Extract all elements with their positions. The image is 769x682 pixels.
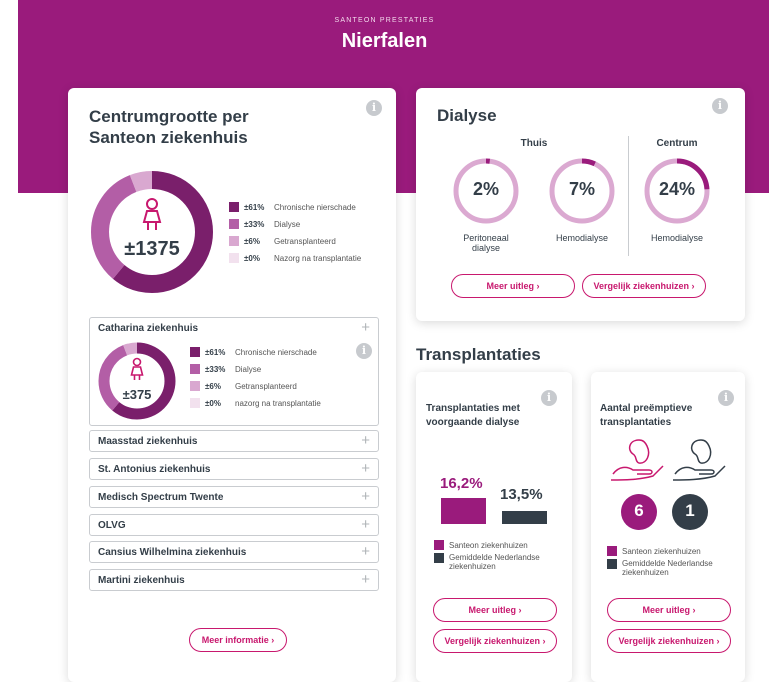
ring-value: 2% [472,179,499,199]
legend-item: ±6% Getransplanteerd [229,235,336,247]
vergelijk-ziekenhuizen-button[interactable]: Vergelijk ziekenhuizen › [607,629,731,653]
centrum-title: Centrumgrootte per Santeon ziekenhuis [89,106,249,148]
meer-uitleg-button[interactable]: Meer uitleg › [607,598,731,622]
legend-item: ±6% Getransplanteerd [190,380,297,392]
ring-label: Hemodialyse [555,233,609,243]
hospital-name: Maasstad ziekenhuis [98,436,198,447]
meer-informatie-button[interactable]: Meer informatie › [189,628,287,652]
hospital-accordion-catharina[interactable]: Catharina ziekenhuis + i ±375 ±61% Chroni… [89,317,379,426]
info-icon[interactable]: i [366,100,382,116]
hospital-accordion-maasstad[interactable]: Maasstad ziekenhuis + [89,430,379,452]
person-icon [130,357,144,380]
centrum-title-line2: Santeon ziekenhuis [89,128,248,147]
expand-icon[interactable]: + [361,544,370,559]
kidney-hand-icon [672,439,726,481]
vergelijk-ziekenhuizen-button[interactable]: Vergelijk ziekenhuizen › [433,629,557,653]
ring-value: 24% [658,179,696,199]
santeon-value: 16,2% [440,475,483,492]
santeon-bar [441,498,486,524]
hospital-accordion-martini[interactable]: Martini ziekenhuis + [89,569,379,591]
legend-item: Santeon ziekenhuizen [607,545,701,557]
hospital-name: St. Antonius ziekenhuis [98,464,211,475]
transplant-card-preemptief: i Aantal preëmptieve transplantaties 6 1 … [591,372,745,682]
national-count: 1 [685,501,695,520]
ring-label: Hemodialyse [650,233,704,243]
expand-icon[interactable]: + [361,320,370,335]
legend-item: Gemiddelde Nederlandse ziekenhuizen [607,559,713,577]
hospital-name: Martini ziekenhuis [98,575,185,586]
legend-item: ±33% Dialyse [190,363,261,375]
expand-icon[interactable]: + [361,433,370,448]
expand-icon[interactable]: + [361,517,370,532]
info-icon[interactable]: i [541,390,557,406]
legend-item: ±61% Chronische nierschade [190,346,317,358]
hospital-total: ±375 [122,387,152,402]
legend-item: ±61% Chronische nierschade [229,201,356,213]
centrum-label: Centrum [656,138,698,149]
legend-item: Santeon ziekenhuizen [434,539,528,551]
hospital-name: Cansius Wilhelmina ziekenhuis [98,547,247,558]
centrum-title-line1: Centrumgrootte per [89,107,249,126]
person-icon [142,198,162,230]
kidney-hand-icon [610,439,664,481]
header-supertitle: SANTEON PRESTATIES [334,17,435,24]
legend-item: ±0% Nazorg na transplantatie [229,252,361,264]
card-title: Aantal preëmptieve transplantaties [600,403,693,428]
expand-icon[interactable]: + [361,489,370,504]
vergelijk-ziekenhuizen-button[interactable]: Vergelijk ziekenhuizen › [582,274,706,298]
info-icon[interactable]: i [718,390,734,406]
meer-uitleg-button[interactable]: Meer uitleg › [451,274,575,298]
expand-icon[interactable]: + [361,572,370,587]
page-title: Nierfalen [341,30,428,52]
expand-icon[interactable]: + [361,461,370,476]
dialyse-card: Dialyse i Thuis Centrum 2% Peritoneaal di… [416,88,745,321]
national-value: 13,5% [500,486,543,503]
centrum-total: ±1375 [124,238,180,260]
legend-item: Gemiddelde Nederlandse ziekenhuizen [434,553,540,571]
hospital-accordion-cansius[interactable]: Cansius Wilhelmina ziekenhuis + [89,541,379,563]
info-icon[interactable]: i [356,343,372,359]
card-title: Transplantaties met voorgaande dialyse [426,403,520,428]
thuis-label: Thuis [520,138,548,149]
legend-item: ±0% nazorg na transplantatie [190,397,321,409]
transplantaties-title: Transplantaties [416,345,541,364]
transplant-card-dialyse: i Transplantaties met voorgaande dialyse … [416,372,572,682]
national-bar [502,511,547,524]
ring-value: 7% [568,179,595,199]
hospital-name: Medisch Spectrum Twente [98,492,224,503]
hospital-donut [98,342,176,420]
meer-uitleg-button[interactable]: Meer uitleg › [433,598,557,622]
dialyse-title: Dialyse [437,106,497,125]
divider [628,136,629,256]
santeon-count: 6 [634,501,644,520]
ring-label: Peritoneaal dialyse [463,233,509,253]
hospital-name: Catharina ziekenhuis [98,323,199,334]
legend-item: ±33% Dialyse [229,218,300,230]
info-icon[interactable]: i [712,98,728,114]
centrum-donut [91,171,213,293]
hospital-name: OLVG [98,520,126,531]
hospital-accordion-st-antonius[interactable]: St. Antonius ziekenhuis + [89,458,379,480]
hospital-accordion-mst[interactable]: Medisch Spectrum Twente + [89,486,379,508]
hospital-accordion-olvg[interactable]: OLVG + [89,514,379,536]
